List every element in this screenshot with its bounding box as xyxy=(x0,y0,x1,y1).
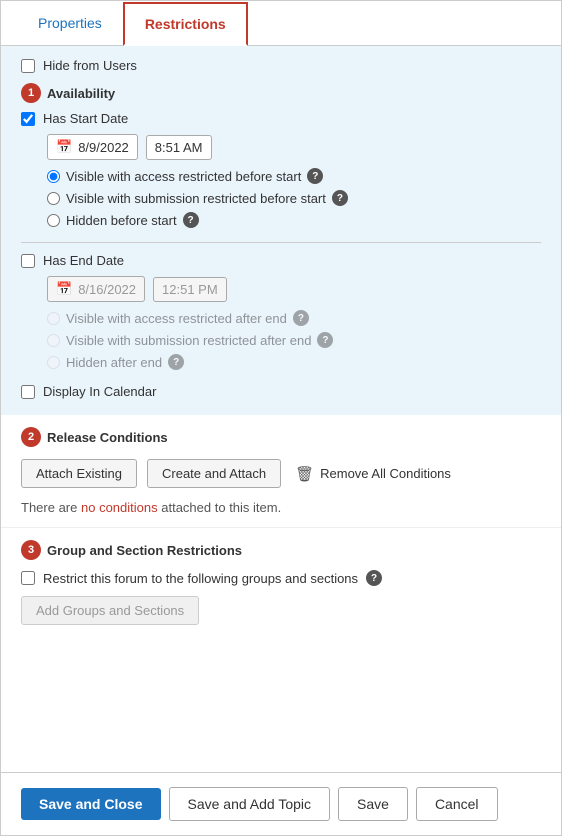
start-datetime-row: 📅 8/9/2022 8:51 AM xyxy=(47,134,541,160)
end-radio-submission-label: Visible with submission restricted after… xyxy=(66,333,311,348)
start-radio-submission-label: Visible with submission restricted befor… xyxy=(66,191,326,206)
end-date-input[interactable]: 📅 8/16/2022 xyxy=(47,276,145,302)
start-date-block: Has Start Date 📅 8/9/2022 8:51 AM Visibl… xyxy=(21,111,541,228)
save-close-button[interactable]: Save and Close xyxy=(21,788,161,820)
release-conditions-header: 2 Release Conditions xyxy=(21,427,541,447)
end-datetime-row: 📅 8/16/2022 12:51 PM xyxy=(47,276,541,302)
help-icon-end-submission[interactable]: ? xyxy=(317,332,333,348)
release-conditions-section: 2 Release Conditions Attach Existing Cre… xyxy=(1,415,561,527)
start-radio-row-2: Visible with submission restricted befor… xyxy=(47,190,541,206)
start-radio-submission[interactable] xyxy=(47,192,60,205)
calendar-icon-end: 📅 xyxy=(56,281,72,297)
end-radio-hidden-label: Hidden after end xyxy=(66,355,162,370)
tab-restrictions-label: Restrictions xyxy=(145,16,226,32)
group-section-badge: 3 xyxy=(21,540,41,560)
hide-from-users-label: Hide from Users xyxy=(43,58,137,73)
start-date-input[interactable]: 📅 8/9/2022 xyxy=(47,134,138,160)
start-radio-row-3: Hidden before start ? xyxy=(47,212,541,228)
no-conditions-message: There are no conditions attached to this… xyxy=(21,500,541,515)
release-buttons-row: Attach Existing Create and Attach 🗑 Remo… xyxy=(21,459,541,488)
group-restrict-row: Restrict this forum to the following gro… xyxy=(21,570,541,586)
end-date-label-row: Has End Date xyxy=(21,253,541,268)
start-radio-options: Visible with access restricted before st… xyxy=(47,168,541,228)
group-section-label: Group and Section Restrictions xyxy=(47,543,242,558)
has-end-date-checkbox[interactable] xyxy=(21,254,35,268)
save-button[interactable]: Save xyxy=(338,787,408,821)
end-radio-access[interactable] xyxy=(47,312,60,325)
tab-restrictions[interactable]: Restrictions xyxy=(123,2,248,46)
create-and-attach-button[interactable]: Create and Attach xyxy=(147,459,281,488)
no-conditions-after: attached to this item. xyxy=(161,500,281,515)
start-radio-row-1: Visible with access restricted before st… xyxy=(47,168,541,184)
display-calendar-row: Display In Calendar xyxy=(21,384,541,399)
start-radio-hidden[interactable] xyxy=(47,214,60,227)
has-start-date-checkbox[interactable] xyxy=(21,112,35,126)
add-groups-sections-button[interactable]: Add Groups and Sections xyxy=(21,596,199,625)
start-radio-hidden-label: Hidden before start xyxy=(66,213,177,228)
has-end-date-label: Has End Date xyxy=(43,253,124,268)
tabs-bar: Properties Restrictions xyxy=(1,1,561,46)
end-radio-access-label: Visible with access restricted after end xyxy=(66,311,287,326)
end-radio-hidden[interactable] xyxy=(47,356,60,369)
end-radio-options: Visible with access restricted after end… xyxy=(47,310,541,370)
attach-existing-button[interactable]: Attach Existing xyxy=(21,459,137,488)
start-radio-access[interactable] xyxy=(47,170,60,183)
page-wrapper: Properties Restrictions Hide from Users … xyxy=(0,0,562,836)
restrict-forum-checkbox[interactable] xyxy=(21,571,35,585)
help-icon-start-access[interactable]: ? xyxy=(307,168,323,184)
availability-section-label: Availability xyxy=(47,86,115,101)
footer: Save and Close Save and Add Topic Save C… xyxy=(1,772,561,835)
tab-properties-label: Properties xyxy=(38,15,102,31)
end-radio-row-1: Visible with access restricted after end… xyxy=(47,310,541,326)
release-conditions-label: Release Conditions xyxy=(47,430,168,445)
display-in-calendar-label: Display In Calendar xyxy=(43,384,156,399)
end-radio-row-3: Hidden after end ? xyxy=(47,354,541,370)
end-radio-row-2: Visible with submission restricted after… xyxy=(47,332,541,348)
availability-panel: Hide from Users 1 Availability Has Start… xyxy=(1,46,561,415)
save-add-topic-button[interactable]: Save and Add Topic xyxy=(169,787,331,821)
trash-icon: 🗑 xyxy=(295,465,314,483)
start-date-value: 8/9/2022 xyxy=(78,140,129,155)
has-start-date-label: Has Start Date xyxy=(43,111,128,126)
help-icon-end-access[interactable]: ? xyxy=(293,310,309,326)
no-conditions-before: There are xyxy=(21,500,77,515)
display-in-calendar-checkbox[interactable] xyxy=(21,385,35,399)
no-conditions-highlight: no conditions xyxy=(81,500,158,515)
start-radio-access-label: Visible with access restricted before st… xyxy=(66,169,301,184)
release-section-badge: 2 xyxy=(21,427,41,447)
start-time-value: 8:51 AM xyxy=(155,140,203,155)
group-section-restrictions: 3 Group and Section Restrictions Restric… xyxy=(1,527,561,637)
cancel-button[interactable]: Cancel xyxy=(416,787,498,821)
start-time-input[interactable]: 8:51 AM xyxy=(146,135,212,160)
end-date-block: Has End Date 📅 8/16/2022 12:51 PM Visibl… xyxy=(21,253,541,370)
group-section-header: 3 Group and Section Restrictions xyxy=(21,540,541,560)
hide-from-users-checkbox[interactable] xyxy=(21,59,35,73)
help-icon-start-hidden[interactable]: ? xyxy=(183,212,199,228)
end-radio-submission[interactable] xyxy=(47,334,60,347)
end-date-value: 8/16/2022 xyxy=(78,282,136,297)
end-time-value: 12:51 PM xyxy=(162,282,218,297)
calendar-icon: 📅 xyxy=(56,139,72,155)
main-content: Hide from Users 1 Availability Has Start… xyxy=(1,46,561,772)
availability-section-badge: 1 xyxy=(21,83,41,103)
help-icon-group-restrict[interactable]: ? xyxy=(366,570,382,586)
help-icon-start-submission[interactable]: ? xyxy=(332,190,348,206)
help-icon-end-hidden[interactable]: ? xyxy=(168,354,184,370)
hide-from-users-row: Hide from Users xyxy=(21,58,541,73)
tab-properties[interactable]: Properties xyxy=(17,2,123,46)
remove-all-conditions-button[interactable]: 🗑 Remove All Conditions xyxy=(295,465,451,483)
start-date-label-row: Has Start Date xyxy=(21,111,541,126)
restrict-forum-label: Restrict this forum to the following gro… xyxy=(43,571,358,586)
end-time-input[interactable]: 12:51 PM xyxy=(153,277,227,302)
remove-all-label: Remove All Conditions xyxy=(320,466,451,481)
availability-section-header: 1 Availability xyxy=(21,83,541,103)
